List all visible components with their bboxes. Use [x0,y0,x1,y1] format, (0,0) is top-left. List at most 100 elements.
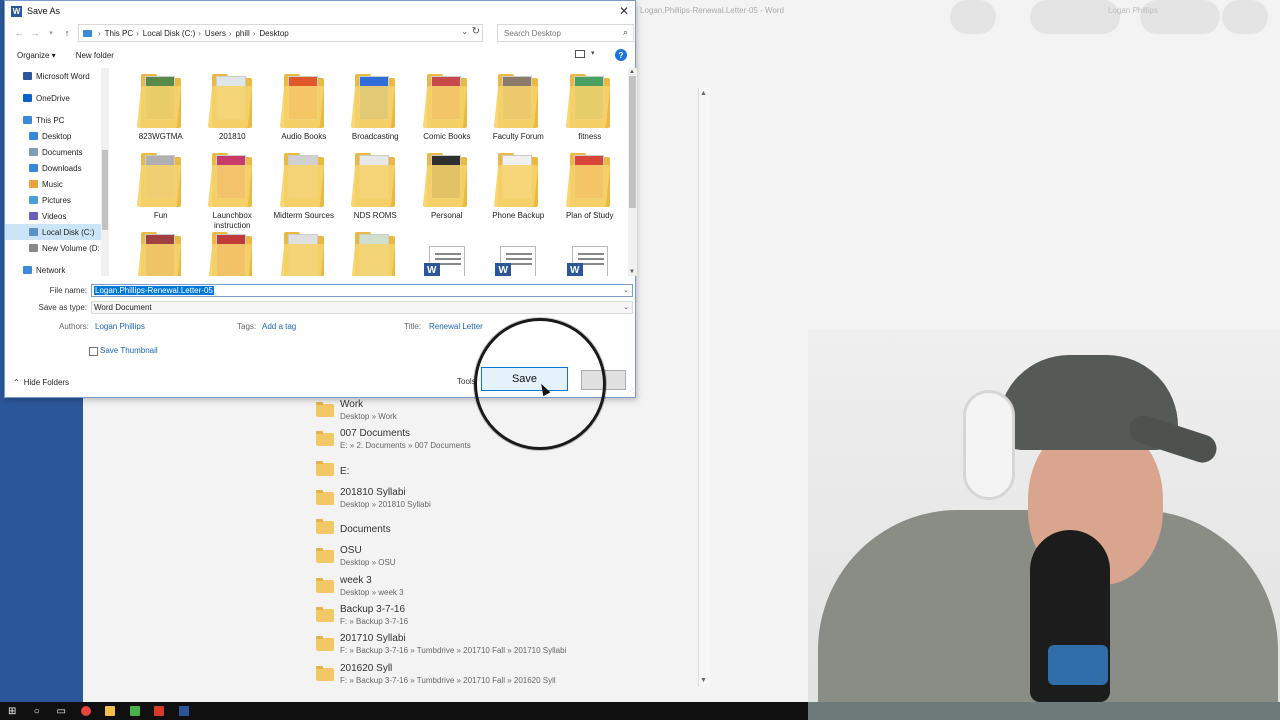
folder-item[interactable]: 201810 [197,74,269,153]
folder-item[interactable] [268,232,340,276]
recent-folder-item[interactable]: E: [316,457,696,486]
new-folder-button[interactable]: New folder [76,51,114,60]
scroll-up-icon[interactable]: ▲ [700,90,707,97]
nav-item[interactable]: Downloads [5,160,109,176]
view-options-icon[interactable] [575,50,585,58]
navigation-scrollbar[interactable] [101,68,109,276]
breadcrumb-this-pc[interactable]: This PC [105,29,133,38]
folder-icon [316,607,334,623]
nav-item[interactable]: Pictures [5,192,109,208]
task-view-icon[interactable]: ▭ [49,702,74,720]
folder-item[interactable] [125,232,197,276]
word-document-item[interactable] [411,232,483,276]
file-scrollbar[interactable]: ▲ ▼ [628,68,637,276]
chevron-down-icon[interactable]: ⌄ [623,303,629,311]
recent-folder-item[interactable]: 201810 Syllabi Desktop » 201810 Syllabi [316,486,696,515]
scroll-down-icon[interactable]: ▼ [700,677,707,684]
tags-value[interactable]: Add a tag [262,322,296,331]
folder-item[interactable]: NDS ROMS [340,153,412,232]
file-label: Broadcasting [351,132,399,141]
word-document-icon [423,246,465,276]
recent-folder-item[interactable]: 201710 Syllabi F: » Backup 3-7-16 » Tumbd… [316,632,696,661]
nav-item[interactable]: Videos [5,208,109,224]
scroll-thumb[interactable] [629,76,636,208]
screencast-icon[interactable] [147,702,172,720]
nav-item[interactable]: Local Disk (C:) [5,224,109,240]
chevron-down-icon[interactable]: ⌄ [461,27,468,36]
recent-locations-icon[interactable]: ▾ [43,29,59,37]
folder-item[interactable]: 823WGTMA [125,74,197,153]
refresh-icon[interactable]: ↻ [472,26,480,37]
organize-button[interactable]: Organize ▾ [17,51,56,60]
folder-item[interactable]: Phone Backup [483,153,555,232]
file-explorer-icon[interactable] [98,702,123,720]
blurred-icon [1222,0,1268,34]
title-value[interactable]: Renewal Letter [429,322,483,331]
savetype-select[interactable]: Word Document ⌄ [91,301,633,314]
folder-item[interactable]: fitness [554,74,626,153]
help-icon[interactable]: ? [615,49,627,61]
forward-arrow-icon[interactable]: → [27,28,43,38]
folder-item[interactable]: Audio Books [268,74,340,153]
folder-item[interactable] [197,232,269,276]
breadcrumb-users[interactable]: Users [205,29,226,38]
breadcrumb-local-disk[interactable]: Local Disk (C:) [143,29,195,38]
close-icon[interactable]: ✕ [619,4,629,18]
cortana-icon[interactable]: ○ [25,702,50,720]
file-label: Comic Books [423,132,471,141]
filename-field[interactable]: Logan.Phillips-Renewal.Letter-05 ⌄ [91,284,633,297]
nav-item[interactable]: This PC [5,112,109,128]
folder-item[interactable]: Midterm Sources [268,153,340,232]
nav-item[interactable]: New Volume (D: [5,240,109,256]
chevron-down-icon[interactable]: ⌄ [623,286,629,294]
folder-item[interactable]: Fun [125,153,197,232]
folder-item[interactable] [340,232,412,276]
nav-item[interactable]: Music [5,176,109,192]
breadcrumb-desktop[interactable]: Desktop [259,29,288,38]
recent-folder-item[interactable]: Backup 3-7-16 F: » Backup 3-7-16 [316,603,696,632]
recent-folder-item[interactable]: OSU Desktop » OSU [316,544,696,573]
back-arrow-icon[interactable]: ← [11,28,27,38]
scroll-up-icon[interactable]: ▲ [629,69,635,75]
search-input[interactable]: Search Desktop ⌕ [497,24,634,42]
folder-item[interactable]: Launchbox instruction [197,153,269,232]
folder-item[interactable]: Plan of Study [554,153,626,232]
word-document-item[interactable] [554,232,626,276]
recent-folder-item[interactable]: Documents [316,515,696,544]
recent-scrollbar[interactable]: ▲ ▼ [698,88,710,686]
save-thumbnail-label[interactable]: Save Thumbnail [100,346,158,355]
save-thumbnail-checkbox[interactable] [89,347,98,356]
up-arrow-icon[interactable]: ↑ [59,28,75,38]
camtasia-icon[interactable] [123,702,148,720]
breadcrumb-phill[interactable]: phill [235,29,249,38]
folder-item[interactable]: Broadcasting [340,74,412,153]
authors-value[interactable]: Logan Phillips [95,322,145,331]
folder-item[interactable]: Faculty Forum [483,74,555,153]
webcam-taskbar-overlap [808,702,1280,720]
nav-item[interactable]: OneDrive [5,90,109,106]
chrome-icon[interactable] [74,702,99,720]
folder-item[interactable]: Personal [411,153,483,232]
nav-item[interactable]: Documents [5,144,109,160]
nav-item[interactable]: Desktop [5,128,109,144]
recent-folder-item[interactable]: week 3 Desktop » week 3 [316,574,696,603]
recent-folder-path: Desktop » 201810 Syllabi [340,499,431,509]
nav-item[interactable]: Network [5,262,109,276]
nav-item-label: This PC [36,115,65,125]
address-bar[interactable]: › This PC › Local Disk (C:) › Users › ph… [78,24,483,42]
tools-button[interactable]: Tools [457,377,476,386]
word-document-item[interactable] [483,232,555,276]
videos-icon [29,212,38,220]
folder-item[interactable]: Comic Books [411,74,483,153]
scroll-down-icon[interactable]: ▼ [629,269,635,275]
webcam-headphones [963,390,1015,500]
start-icon[interactable]: ⊞ [0,702,25,720]
authors-label: Authors: [59,322,89,331]
nav-item[interactable]: Microsoft Word [5,68,109,84]
resize-grip-icon[interactable]: ⋰ [627,388,633,395]
word-taskbar-icon[interactable] [172,702,197,720]
chevron-down-icon[interactable]: ▾ [591,49,595,57]
hide-folders-button[interactable]: ⌃ Hide Folders [13,378,69,387]
scroll-thumb[interactable] [102,150,108,230]
recent-folder-item[interactable]: 201620 Syll F: » Backup 3-7-16 » Tumbdriv… [316,662,696,691]
